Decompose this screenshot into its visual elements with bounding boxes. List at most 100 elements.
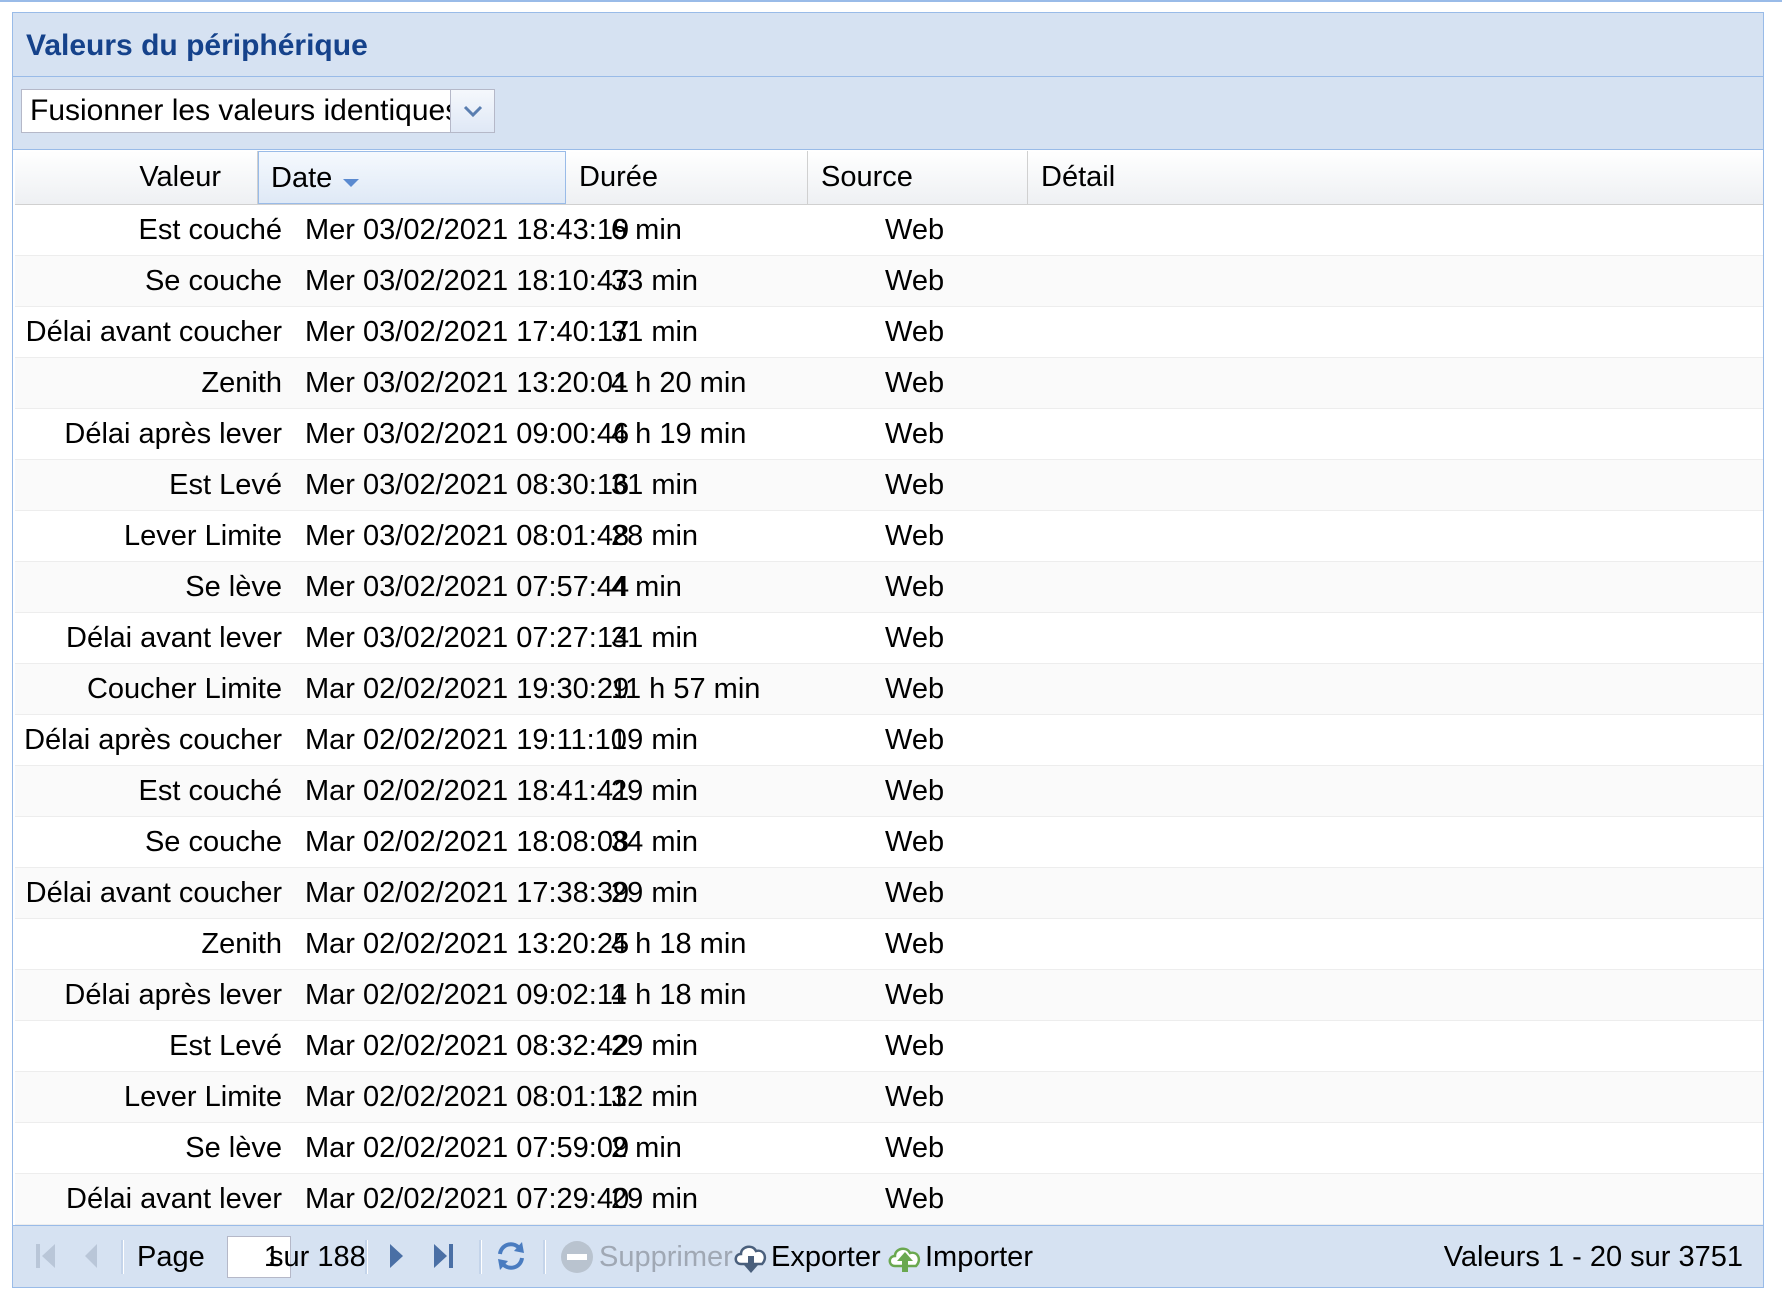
pager-separator — [121, 1240, 124, 1274]
cell-detail — [1135, 562, 1735, 612]
paging-toolbar: Page sur 188 Supprimer — [13, 1225, 1763, 1287]
cell-value: Zenith — [201, 928, 282, 960]
table-row[interactable]: Délai après lever Mar 02/02/2021 09:02:11… — [15, 970, 1763, 1021]
table-row[interactable]: Délai avant coucher Mer 03/02/2021 17:40:… — [15, 307, 1763, 358]
cell-detail — [1135, 511, 1735, 561]
last-page-icon[interactable] — [429, 1238, 459, 1274]
column-header-value[interactable]: Valeur — [15, 151, 258, 204]
cell-duration: 19 min — [611, 724, 699, 756]
panel-title: Valeurs du périphérique — [26, 29, 368, 62]
cell-source: Web — [885, 724, 945, 756]
table-row[interactable]: Délai avant lever Mar 02/02/2021 07:29:40… — [15, 1174, 1763, 1225]
cell-date: Mer 03/02/2021 07:57:44 — [305, 571, 630, 603]
next-page-icon[interactable] — [383, 1238, 409, 1274]
cell-source: Web — [885, 775, 945, 807]
page-label: Page — [137, 1241, 205, 1273]
first-page-icon[interactable] — [31, 1238, 61, 1274]
cell-duration: 29 min — [611, 775, 699, 807]
export-label: Exporter — [771, 1241, 881, 1273]
cell-source: Web — [885, 316, 945, 348]
table-row[interactable]: Lever Limite Mar 02/02/2021 08:01:11 32 mi… — [15, 1072, 1763, 1123]
table-row[interactable]: Zenith Mer 03/02/2021 13:20:01 4 h 20 min W… — [15, 358, 1763, 409]
device-values-panel: Valeurs du périphérique Fusionner les va… — [12, 12, 1764, 1288]
cell-value: Délai après coucher — [24, 724, 282, 756]
column-header-detail[interactable]: Détail — [1028, 151, 1763, 204]
cell-date: Mar 02/02/2021 19:30:29 — [305, 673, 630, 705]
table-row[interactable]: Se lève Mer 03/02/2021 07:57:44 4 min Web — [15, 562, 1763, 613]
cell-date: Mer 03/02/2021 09:00:46 — [305, 418, 630, 450]
merge-values-select[interactable]: Fusionner les valeurs identiques — [21, 89, 495, 133]
table-row[interactable]: Se lève Mar 02/02/2021 07:59:09 2 min Web — [15, 1123, 1763, 1174]
cell-date: Mar 02/02/2021 07:29:40 — [305, 1183, 630, 1215]
column-header-source[interactable]: Source — [808, 151, 1028, 204]
cell-value: Lever Limite — [124, 520, 282, 552]
cell-value: Est couché — [138, 775, 282, 807]
table-row[interactable]: Zenith Mar 02/02/2021 13:20:25 4 h 18 min W… — [15, 919, 1763, 970]
table-row[interactable]: Se couche Mar 02/02/2021 18:08:08 34 min We… — [15, 817, 1763, 868]
cell-detail — [1135, 766, 1735, 816]
prev-page-icon[interactable] — [79, 1238, 105, 1274]
table-row[interactable]: Lever Limite Mer 03/02/2021 08:01:48 28 mi… — [15, 511, 1763, 562]
refresh-icon[interactable] — [493, 1238, 529, 1274]
cell-value: Coucher Limite — [86, 673, 282, 705]
merge-values-select-field[interactable]: Fusionner les valeurs identiques — [21, 89, 451, 133]
import-button[interactable]: Importer — [885, 1226, 1045, 1288]
table-row[interactable]: Délai après coucher Mar 02/02/2021 19:11:… — [15, 715, 1763, 766]
cell-source: Web — [885, 1183, 945, 1215]
cell-detail — [1135, 613, 1735, 663]
cell-source: Web — [885, 877, 945, 909]
cell-date: Mer 03/02/2021 18:43:19 — [305, 214, 630, 246]
cell-duration: 6 min — [611, 214, 682, 246]
cell-duration: 29 min — [611, 877, 699, 909]
cell-source: Web — [885, 418, 945, 450]
cell-duration: 31 min — [611, 469, 699, 501]
cell-date: Mar 02/02/2021 08:01:11 — [305, 1081, 627, 1113]
delete-button[interactable]: Supprimer — [559, 1226, 733, 1288]
panel-header: Valeurs du périphérique — [13, 13, 1763, 77]
column-header-value-label: Valeur — [139, 161, 221, 193]
column-header-date[interactable]: Date — [258, 151, 566, 204]
table-row[interactable]: Coucher Limite Mar 02/02/2021 19:30:29 11 … — [15, 664, 1763, 715]
cell-value: Délai avant coucher — [25, 877, 282, 909]
table-row[interactable]: Se couche Mer 03/02/2021 18:10:47 33 min We… — [15, 256, 1763, 307]
top-border — [0, 0, 1782, 2]
cell-detail — [1135, 664, 1735, 714]
cell-date: Mar 02/02/2021 09:02:11 — [305, 979, 627, 1011]
table-row[interactable]: Délai après lever Mer 03/02/2021 09:00:46… — [15, 409, 1763, 460]
cell-date: Mer 03/02/2021 18:10:47 — [305, 265, 630, 297]
cell-value: Délai après lever — [64, 979, 282, 1011]
table-row[interactable]: Est couché Mer 03/02/2021 18:43:19 6 min We… — [15, 205, 1763, 256]
chevron-down-icon — [463, 105, 483, 118]
column-header-duration[interactable]: Durée — [566, 151, 808, 204]
cell-detail — [1135, 409, 1735, 459]
column-header-source-label: Source — [821, 161, 913, 193]
cell-source: Web — [885, 1030, 945, 1062]
cell-source: Web — [885, 367, 945, 399]
cell-duration: 4 min — [611, 571, 682, 603]
cell-value: Est Levé — [169, 1030, 282, 1062]
table-row[interactable]: Est Levé Mer 03/02/2021 08:30:16 31 min Web — [15, 460, 1763, 511]
cell-duration: 2 min — [611, 1132, 682, 1164]
export-button[interactable]: Exporter — [731, 1226, 881, 1288]
table-row[interactable]: Délai avant coucher Mar 02/02/2021 17:38:… — [15, 868, 1763, 919]
cell-source: Web — [885, 520, 945, 552]
cell-detail — [1135, 358, 1735, 408]
cell-date: Mer 03/02/2021 17:40:17 — [305, 316, 630, 348]
table-row[interactable]: Est couché Mar 02/02/2021 18:41:41 29 min W… — [15, 766, 1763, 817]
cell-detail — [1135, 205, 1735, 255]
cell-duration: 29 min — [611, 1030, 699, 1062]
merge-values-select-trigger[interactable] — [451, 89, 495, 133]
delete-label: Supprimer — [599, 1241, 733, 1273]
cell-detail — [1135, 715, 1735, 765]
column-header-detail-label: Détail — [1041, 161, 1116, 193]
cell-value: Se couche — [144, 826, 282, 858]
table-row[interactable]: Délai avant lever Mer 03/02/2021 07:27:14… — [15, 613, 1763, 664]
cell-date: Mer 03/02/2021 08:01:48 — [305, 520, 630, 552]
column-header-date-label: Date — [271, 162, 333, 194]
cell-value: Délai avant coucher — [25, 316, 282, 348]
cell-source: Web — [885, 979, 945, 1011]
cell-detail — [1135, 1072, 1735, 1122]
table-row[interactable]: Est Levé Mar 02/02/2021 08:32:42 29 min Web — [15, 1021, 1763, 1072]
cell-duration: 33 min — [611, 265, 699, 297]
cell-value: Se couche — [144, 265, 282, 297]
